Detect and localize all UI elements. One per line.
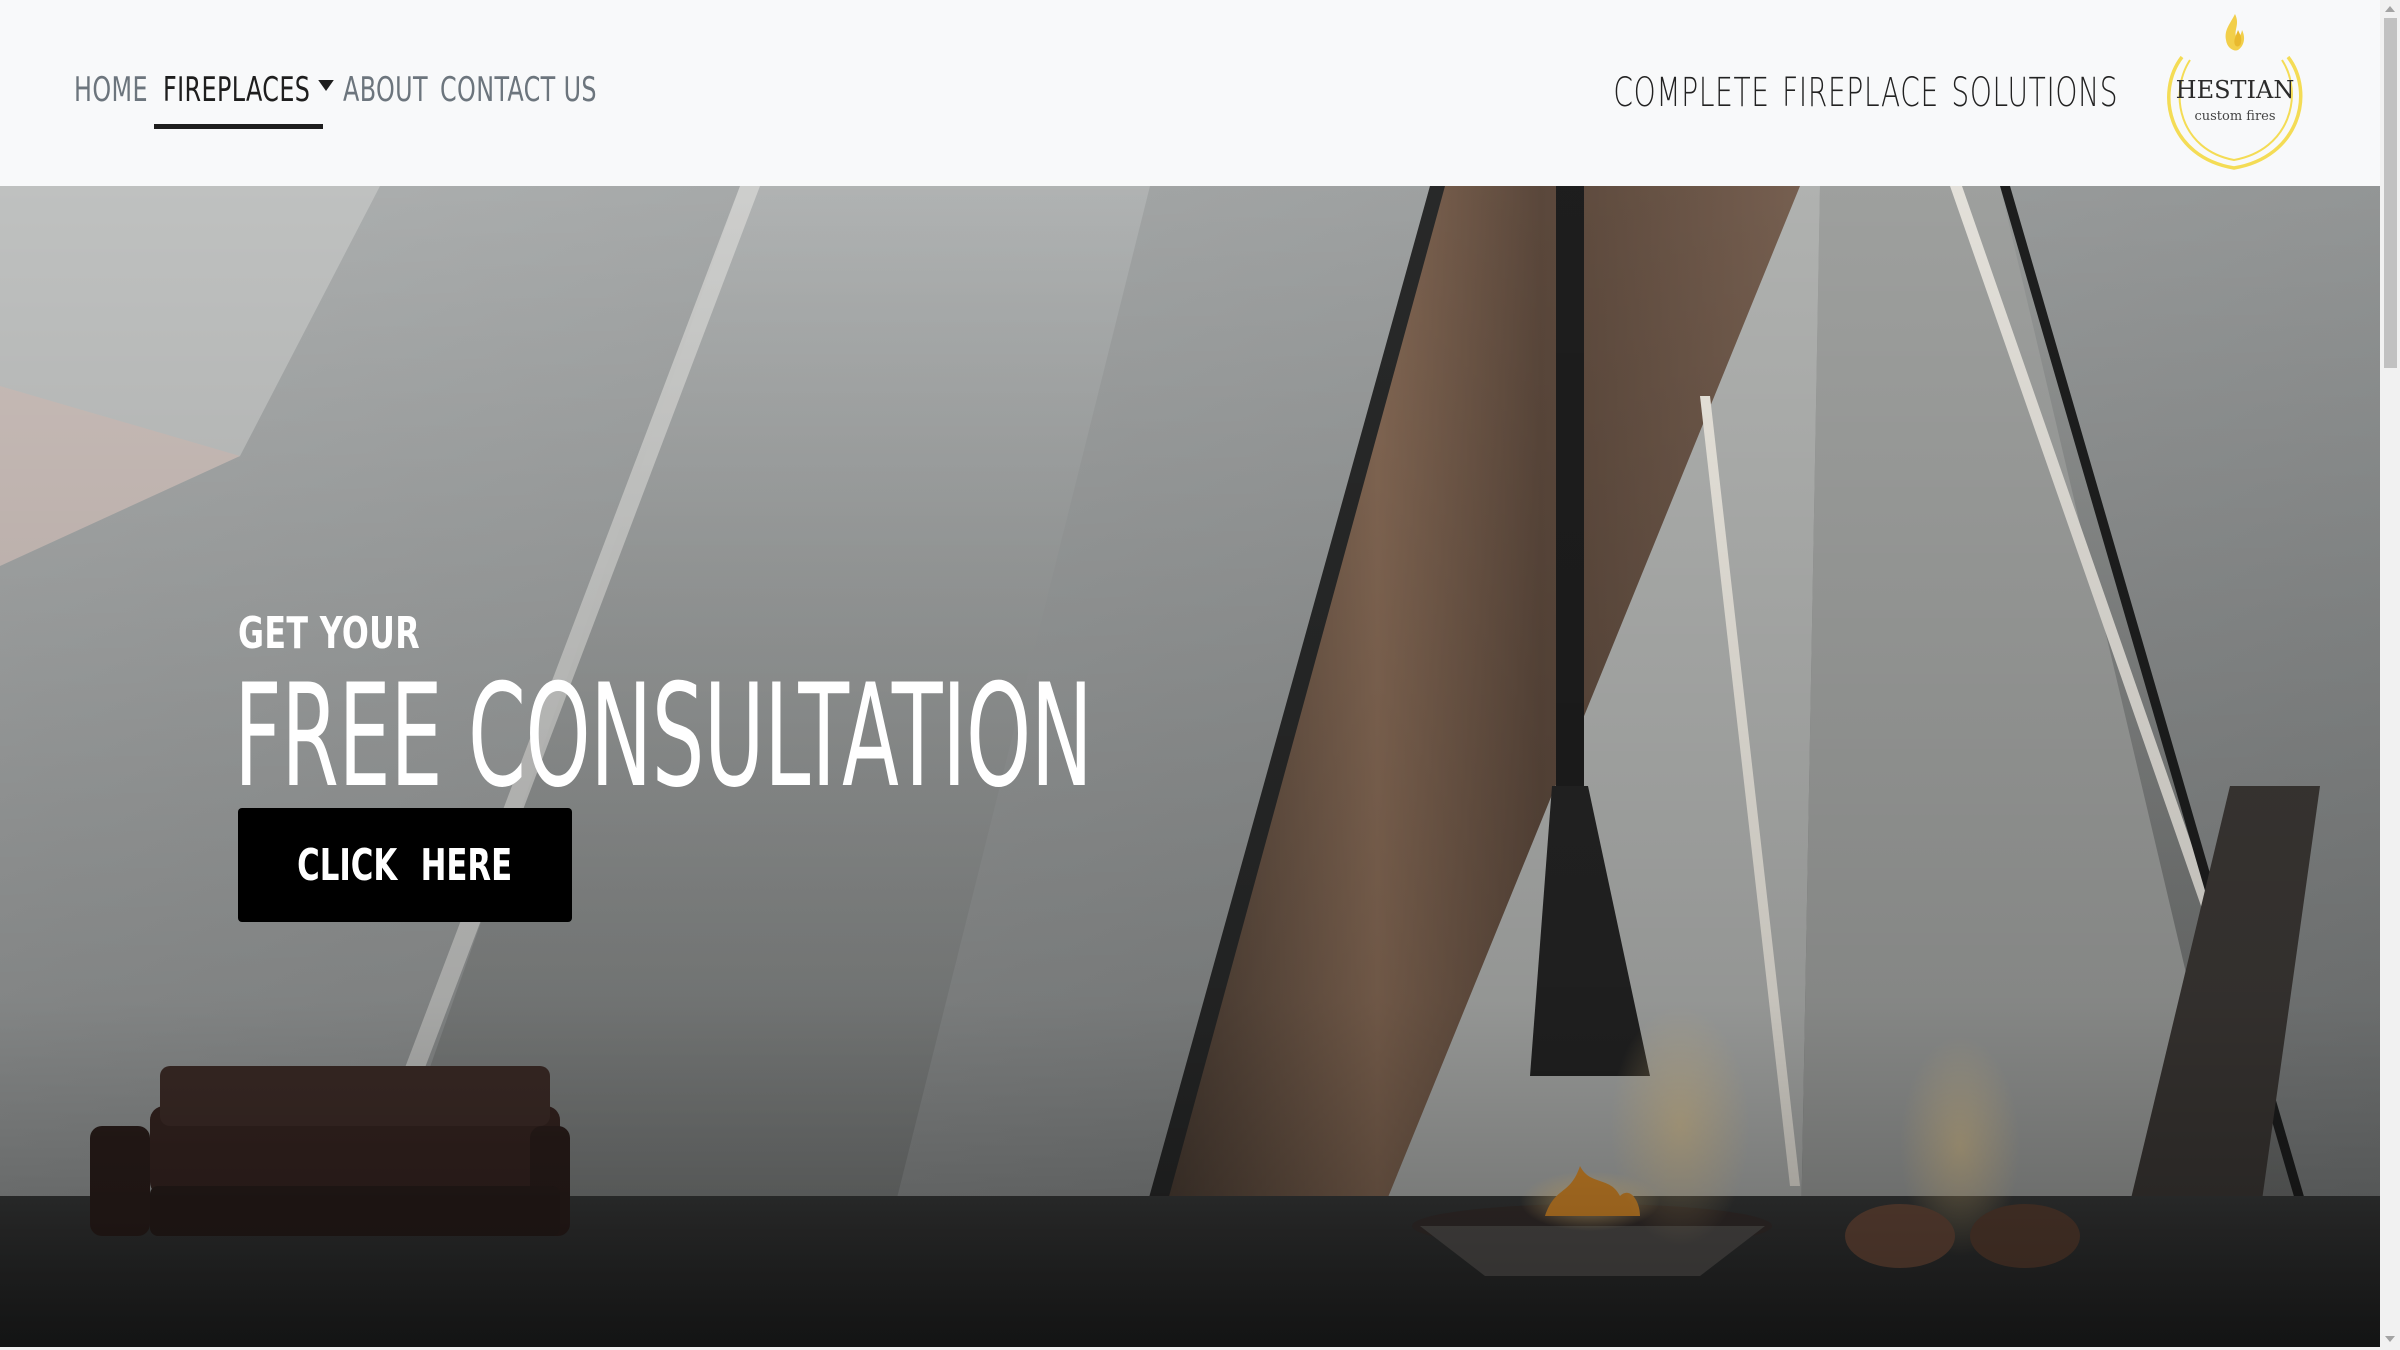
flame-icon — [2225, 14, 2245, 51]
nav-home[interactable]: Home — [74, 70, 148, 110]
hero-banner: GET YOUR FREE CONSULTATION CLICK HERE — [0, 186, 2380, 1350]
scroll-down-arrow-icon[interactable] — [2385, 1336, 2395, 1342]
header-tagline: COMPLETE FIREPLACE SOLUTIONS — [1613, 70, 2118, 116]
cta-click-here-button[interactable]: CLICK HERE — [238, 808, 572, 922]
logo-graphic: HESTIAN custom fires — [2167, 14, 2303, 170]
nav-fireplaces-dropdown[interactable]: Fireplaces — [163, 70, 334, 110]
active-nav-underline — [154, 124, 323, 129]
hero-eyebrow: GET YOUR — [238, 608, 421, 659]
nav-about[interactable]: About — [343, 70, 428, 110]
logo-wordmark: HESTIAN — [2176, 76, 2295, 104]
cta-label: CLICK HERE — [297, 839, 513, 891]
navbar: Home Fireplaces About Contact Us COMPLET… — [0, 0, 2380, 186]
page-scrollbar[interactable] — [2380, 0, 2400, 1350]
nav-fireplaces-label: Fireplaces — [163, 70, 311, 110]
scrollbar-thumb[interactable] — [2384, 18, 2397, 368]
hero-headline: FREE CONSULTATION — [234, 654, 1093, 819]
nav-contact-us[interactable]: Contact Us — [440, 70, 597, 110]
scroll-up-arrow-icon[interactable] — [2385, 6, 2395, 12]
hestian-logo[interactable]: HESTIAN custom fires — [2150, 12, 2324, 174]
caret-down-icon — [318, 80, 334, 91]
logo-subtitle: custom fires — [2194, 109, 2275, 124]
